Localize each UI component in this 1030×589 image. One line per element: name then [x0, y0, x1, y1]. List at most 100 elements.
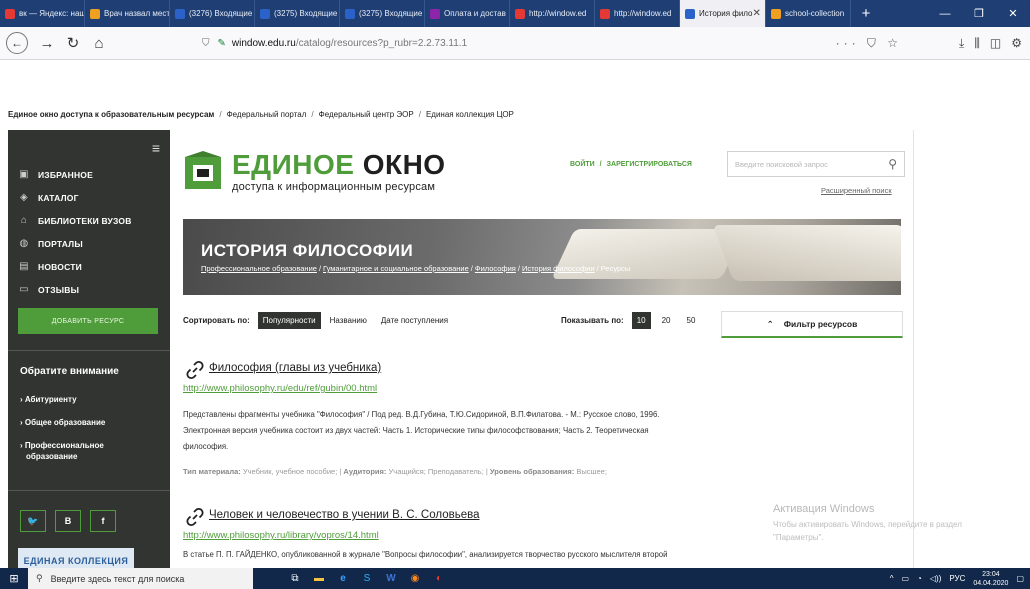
banner-crumb[interactable]: История философии [522, 264, 595, 273]
extension-icon[interactable]: ⚙ [1011, 36, 1022, 51]
browser-tab[interactable]: Врач назвал мест [85, 0, 170, 27]
library-icon[interactable]: ⫼ [974, 36, 980, 51]
download-icon[interactable]: ⤓ [959, 36, 964, 51]
sidebar: ≡ ▣ ИЗБРАННОЕ ◈ КАТАЛОГ ⌂ БИБЛИОТЕКИ ВУЗОВ … [8, 130, 170, 570]
notifications-icon[interactable]: ▢ [1016, 574, 1024, 583]
sort-option-popularity[interactable]: Популярности [257, 312, 321, 329]
banner-crumb[interactable]: Философия [475, 264, 516, 273]
vk-button[interactable]: B [55, 510, 81, 532]
star-icon: ▣ [19, 169, 29, 180]
browser-tab[interactable]: http://window.ed [510, 0, 595, 27]
result-url[interactable]: http://www.philosophy.ru/edu/ref/gubin/0… [183, 383, 377, 394]
browser-tab[interactable]: вк — Яндекс: нашл [0, 0, 85, 27]
tab-label: (3276) Входящие [189, 9, 253, 18]
page-size-20[interactable]: 20 [657, 312, 676, 329]
wifi-icon[interactable]: ◔ [917, 574, 922, 583]
browser-tab[interactable]: school-collection [766, 0, 851, 27]
tab-favicon-icon [260, 8, 270, 19]
page-size-50[interactable]: 50 [682, 312, 701, 329]
tab-label: (3275) Входящие [359, 9, 423, 18]
volume-icon[interactable]: ◁)) [930, 574, 941, 583]
browser-tab[interactable]: http://window.ed [595, 0, 680, 27]
sort-option-date[interactable]: Дате поступления [376, 312, 453, 329]
skype-icon[interactable]: S [355, 568, 379, 589]
back-button[interactable]: ← [6, 32, 28, 54]
minimize-icon[interactable]: — [928, 0, 962, 27]
sidebar-item-news[interactable]: ▤ НОВОСТИ [18, 255, 132, 278]
tab-favicon-icon [345, 8, 355, 19]
taskbar-search[interactable]: ⚲ Введите здесь текст для поиска [28, 568, 253, 589]
clock[interactable]: 23:04 04.04.2020 [973, 570, 1008, 588]
language-indicator[interactable]: РУС [949, 574, 965, 583]
result-description: Представлены фрагменты учебника "Философ… [183, 407, 723, 455]
sidebar-item-catalog[interactable]: ◈ КАТАЛОГ [18, 186, 132, 209]
twitter-button[interactable]: 🐦 [20, 510, 46, 532]
browser-tab[interactable]: (3276) Входящие [170, 0, 255, 27]
breadcrumb-item[interactable]: Федеральный центр ЭОР [319, 110, 414, 119]
word-icon[interactable]: W [379, 568, 403, 589]
link-applicants[interactable]: › Абитуриенту [20, 394, 77, 405]
yandex-browser-icon[interactable]: ◐ [427, 568, 451, 589]
filter-resources-button[interactable]: ⌃ Фильтр ресурсов [721, 311, 903, 338]
sort-option-name[interactable]: Названию [325, 312, 372, 329]
tray-expand-icon[interactable]: ^ [890, 574, 894, 583]
address-bar[interactable]: ⛉ ✎ window.edu.ru /catalog/resources?p_r… [202, 32, 902, 54]
breadcrumb-item[interactable]: Федеральный портал [227, 110, 307, 119]
close-window-icon[interactable]: ✕ [996, 0, 1030, 27]
page-size-10[interactable]: 10 [631, 312, 651, 329]
sidebar-item-label: ИЗБРАННОЕ [38, 169, 93, 180]
shield-icon[interactable]: ⛉ [202, 38, 210, 49]
search-input[interactable]: Введите поисковой запрос ⚲ [727, 151, 905, 177]
edge-icon[interactable]: e [331, 568, 355, 589]
banner-crumb[interactable]: Гуманитарное и социальное образование [323, 264, 469, 273]
new-tab-button[interactable]: + [851, 0, 881, 27]
close-tab-icon[interactable]: ✕ [753, 8, 761, 19]
result-url[interactable]: http://www.philosophy.ru/library/vopros/… [183, 530, 379, 541]
browser-tab[interactable]: (3275) Входящие [340, 0, 425, 27]
collection-logo[interactable]: ЕДИНАЯ КОЛЛЕКЦИЯ [18, 548, 134, 570]
breadcrumb-sep: / [418, 110, 421, 119]
restore-icon[interactable]: ❐ [962, 0, 996, 27]
tab-favicon-icon [5, 8, 15, 19]
register-link[interactable]: ЗАРЕГИСТРИРОВАТЬСЯ [607, 161, 692, 168]
sidebar-item-reviews[interactable]: ▭ ОТЗЫВЫ [18, 278, 132, 301]
hamburger-icon[interactable]: ≡ [152, 140, 160, 156]
window-logo-icon[interactable] [183, 151, 225, 193]
sidebar-item-portals[interactable]: ◍ ПОРТАЛЫ [18, 232, 132, 255]
browser-tab[interactable]: История фило ✕ [680, 0, 766, 27]
result-title[interactable]: Человек и человечество в учении В. С. Со… [209, 509, 480, 521]
page-size-controls: Показывать по: 10 20 50 [561, 312, 706, 329]
reload-button[interactable]: ↻ [60, 30, 86, 56]
logo-word2: ОКНО [362, 149, 446, 180]
facebook-button[interactable]: f [90, 510, 116, 532]
browser-tab[interactable]: Оплата и достав [425, 0, 510, 27]
book-illustration [712, 225, 901, 281]
breadcrumb-item[interactable]: Единая коллекция ЦОР [426, 110, 514, 119]
add-resource-button[interactable]: ДОБАВИТЬ РЕСУРС [18, 308, 158, 334]
sidebar-item-libraries[interactable]: ⌂ БИБЛИОТЕКИ ВУЗОВ [18, 209, 132, 232]
firefox-icon[interactable]: ◉ [403, 568, 427, 589]
search-icon[interactable]: ⚲ [888, 157, 897, 171]
search-placeholder: Введите поисковой запрос [735, 159, 828, 169]
advanced-search-link[interactable]: Расширенный поиск [821, 186, 892, 195]
sidebar-icon[interactable]: ◫ [990, 36, 1001, 51]
sidebar-item-favorites[interactable]: ▣ ИЗБРАННОЕ [18, 163, 132, 186]
link-general-education[interactable]: › Общее образование [20, 417, 105, 428]
url-actions[interactable]: ··· ⛉ ☆ [836, 36, 902, 51]
meta-level-value: Высшее; [576, 467, 607, 476]
forward-button[interactable]: → [34, 30, 60, 56]
home-button[interactable]: ⌂ [86, 30, 112, 56]
result-title[interactable]: Философия (главы из учебника) [209, 362, 381, 374]
windows-start-icon[interactable]: ⊞ [0, 568, 28, 589]
banner-crumb[interactable]: Профессиональное образование [201, 264, 317, 273]
browser-tab[interactable]: (3275) Входящие [255, 0, 340, 27]
breadcrumb-main[interactable]: Единое окно доступа к образовательным ре… [8, 110, 214, 119]
task-view-icon[interactable]: ⧉ [283, 568, 307, 589]
clock-time: 23:04 [982, 570, 1000, 578]
file-explorer-icon[interactable]: ▬ [307, 568, 331, 589]
link-professional-education[interactable]: › Профессиональное [20, 440, 104, 451]
site-info-icon[interactable]: ✎ [218, 38, 226, 49]
link-professional-education-line2[interactable]: образование [26, 451, 77, 462]
login-link[interactable]: ВОЙТИ [570, 161, 595, 168]
network-icon[interactable]: ▭ [901, 574, 909, 583]
